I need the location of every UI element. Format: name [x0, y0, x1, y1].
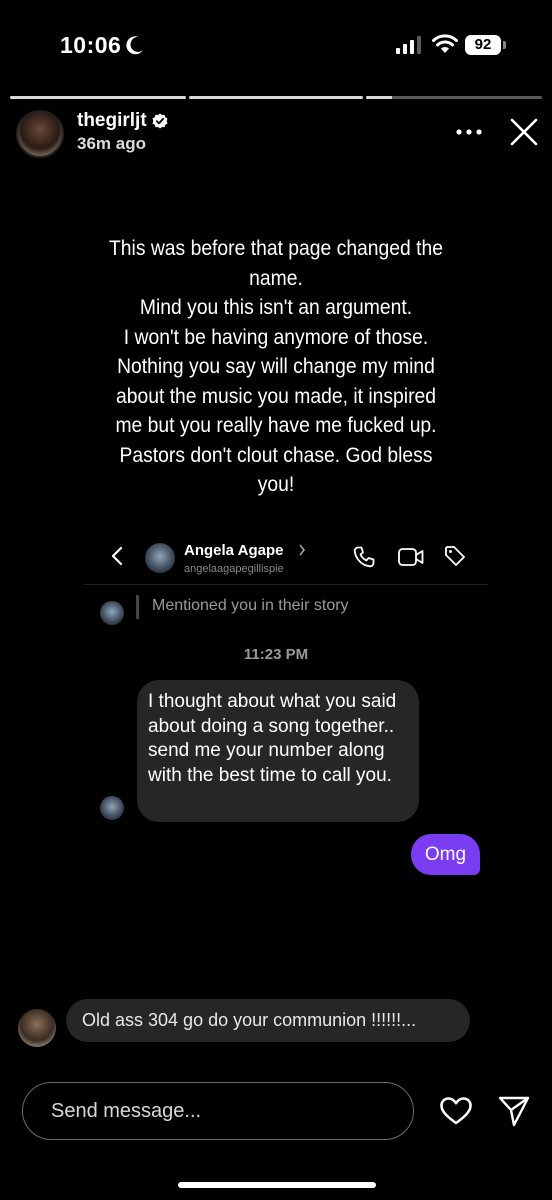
- story-caption: This was before that page changed the na…: [108, 237, 444, 496]
- progress-fill: [189, 96, 363, 99]
- story-username[interactable]: thegirljt: [77, 110, 147, 132]
- battery-indicator: 92: [465, 35, 501, 55]
- story-progress-2: [189, 96, 363, 99]
- story-viewer[interactable]: thegirljt 36m ago This was before that p…: [0, 88, 552, 1068]
- status-time: 10:06: [60, 32, 122, 58]
- progress-fill: [366, 96, 393, 99]
- dm-contact-name[interactable]: Angela Agape: [184, 542, 283, 559]
- status-bar: 10:06 92: [0, 0, 552, 88]
- story-comment: Old ass 304 go do your communion !!!!!!.…: [66, 999, 470, 1042]
- progress-fill: [10, 96, 186, 99]
- signal-icon: [396, 36, 421, 54]
- heart-icon[interactable]: [439, 1096, 473, 1126]
- outgoing-message-bubble: Omg: [411, 834, 480, 875]
- story-author-avatar[interactable]: [16, 110, 64, 158]
- incoming-message-bubble: I thought about what you said about doin…: [137, 680, 419, 822]
- mention-bar: [136, 595, 139, 619]
- story-time-ago: 36m ago: [77, 134, 146, 153]
- message-avatar: [100, 796, 124, 820]
- tag-icon[interactable]: [443, 544, 467, 568]
- verified-icon: [152, 113, 168, 129]
- story-progress-3: [366, 96, 542, 99]
- home-indicator: [178, 1182, 376, 1188]
- story-mention-text[interactable]: Mentioned you in their story: [152, 597, 349, 615]
- chevron-right-icon: [299, 544, 305, 556]
- more-icon[interactable]: [456, 128, 482, 136]
- wifi-icon: [432, 34, 458, 53]
- commenter-avatar[interactable]: [18, 1009, 56, 1047]
- moon-icon: [126, 36, 143, 55]
- phone-icon[interactable]: [352, 545, 376, 569]
- story-progress-1: [10, 96, 186, 99]
- video-icon[interactable]: [397, 546, 425, 568]
- send-icon[interactable]: [497, 1094, 531, 1128]
- dm-contact-handle: angelaagapegillispie: [184, 563, 284, 575]
- mention-avatar: [100, 601, 124, 625]
- send-message-input[interactable]: Send message...: [22, 1082, 414, 1140]
- dm-avatar[interactable]: [145, 543, 175, 573]
- message-timestamp: 11:23 PM: [243, 646, 309, 663]
- back-icon[interactable]: [110, 546, 124, 566]
- dm-header: Angela Agape angelaagapegillispie: [84, 526, 488, 585]
- close-icon[interactable]: [510, 118, 538, 146]
- battery-tip: [503, 41, 506, 49]
